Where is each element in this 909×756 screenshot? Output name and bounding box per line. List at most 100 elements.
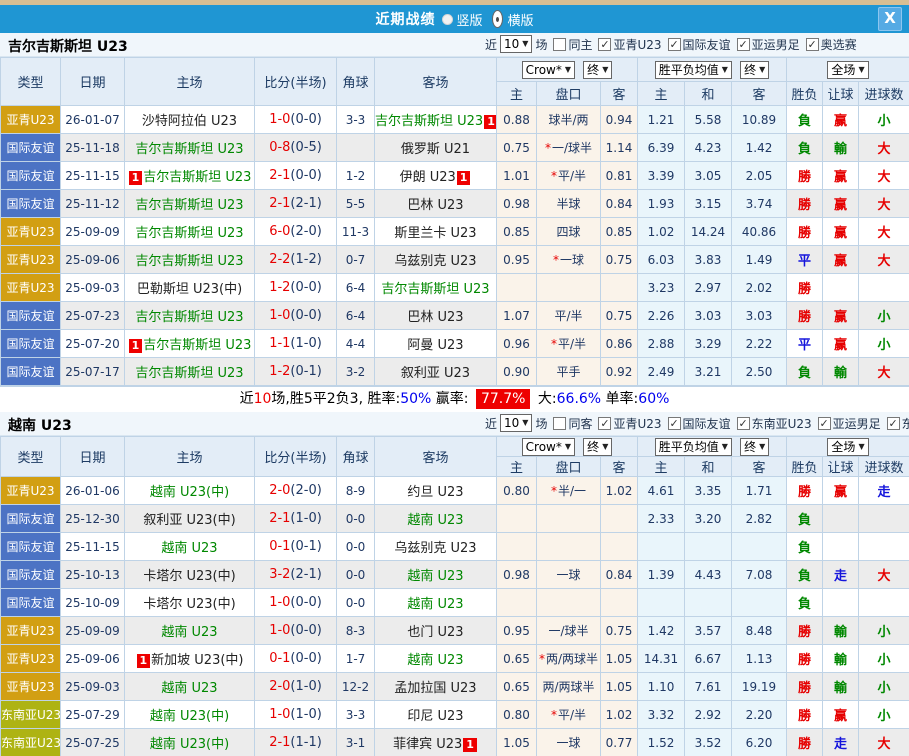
layout-option-horizontal[interactable]: 横版: [490, 10, 534, 29]
score-cell: 2-2(1-2): [255, 246, 337, 274]
final-odds-select[interactable]: 终▼: [583, 438, 612, 456]
handicap-text: 平/半: [554, 309, 582, 323]
final-mean-select[interactable]: 终▼: [740, 61, 769, 79]
result-text: 負: [798, 541, 811, 556]
handicap-text: 一/球半: [548, 624, 588, 638]
fulltime-score: 0-8: [269, 140, 290, 155]
home-team-cell: 越南 U23: [125, 673, 255, 701]
result-text: 大: [878, 366, 891, 381]
corner-cell: [337, 134, 375, 162]
full-match-select[interactable]: 全场▼: [827, 438, 868, 456]
match-count-select[interactable]: 10▼: [500, 35, 532, 53]
fulltime-score: 0-1: [269, 651, 290, 666]
filter-checkbox-same[interactable]: [553, 38, 566, 51]
result-group-header: 全场▼: [787, 437, 909, 457]
team-name: 吉尔吉斯斯坦 U23: [135, 310, 243, 325]
filter-checkbox-league3[interactable]: ✓: [806, 38, 819, 51]
layout-option-vertical[interactable]: 竖版: [442, 10, 482, 29]
mean-draw-cell: [685, 589, 732, 617]
filter-checkbox-league1[interactable]: ✓: [668, 38, 681, 51]
corner-cell: 4-4: [337, 330, 375, 358]
result-wdl-cell: 負: [787, 589, 823, 617]
team-name: 孟加拉国 U23: [394, 681, 476, 696]
mean-away-cell: 2.02: [732, 274, 787, 302]
sub-header-handicap-result: 让球: [823, 82, 859, 106]
radio-label: 竖版: [456, 10, 482, 29]
sub-header-odds-away: 客: [601, 82, 638, 106]
handicap-text: 一球: [556, 568, 580, 582]
result-text: 勝: [798, 198, 811, 213]
odds-away-cell: 0.75: [601, 246, 638, 274]
close-button[interactable]: X: [878, 7, 902, 31]
result-handicap-cell: 赢: [823, 701, 859, 729]
odds-home-cell: [497, 533, 537, 561]
result-text: 赢: [834, 709, 847, 724]
filter-label: 东南运: [902, 415, 909, 432]
team-name: 印尼 U23: [407, 709, 463, 724]
halftime-score: (2-1): [290, 196, 321, 211]
filter-checkbox-league2[interactable]: ✓: [737, 417, 750, 430]
odds-home-cell: [497, 589, 537, 617]
filter-checkbox-league0[interactable]: ✓: [598, 417, 611, 430]
filter-checkbox-league1[interactable]: ✓: [668, 417, 681, 430]
full-match-select[interactable]: 全场▼: [827, 61, 868, 79]
match-note-badge: 1: [137, 654, 151, 668]
home-team-cell: 叙利亚 U23(中): [125, 505, 255, 533]
result-handicap-cell: 走: [823, 561, 859, 589]
team-name: 吉尔吉斯斯坦 U23: [135, 198, 243, 213]
result-handicap-cell: 輸: [823, 645, 859, 673]
result-goals-cell: [859, 505, 909, 533]
halftime-score: (0-0): [290, 308, 321, 323]
team-name: 巴勒斯坦 U23(中): [137, 282, 242, 297]
match-date-cell: 25-07-20: [61, 330, 125, 358]
halftime-score: (0-5): [290, 140, 321, 155]
home-team-cell: 巴勒斯坦 U23(中): [125, 274, 255, 302]
wdl-mean-select[interactable]: 胜平负均值▼: [655, 61, 732, 79]
filter-checkbox-league3[interactable]: ✓: [818, 417, 831, 430]
filter-label: 国际友谊: [683, 415, 731, 432]
table-row: 国际友谊25-07-17吉尔吉斯斯坦 U231-2(0-1)3-2叙利亚 U23…: [1, 358, 909, 386]
away-team-cell: 吉尔吉斯斯坦 U23: [375, 274, 497, 302]
filter-checkbox-league0[interactable]: ✓: [598, 38, 611, 51]
home-team-cell: 吉尔吉斯斯坦 U23: [125, 246, 255, 274]
col-header-away: 客场: [375, 58, 497, 106]
match-type-cell: 国际友谊: [1, 358, 61, 386]
final-odds-select[interactable]: 终▼: [583, 61, 612, 79]
home-team-cell: 吉尔吉斯斯坦 U23: [125, 302, 255, 330]
col-header-type: 类型: [1, 58, 61, 106]
away-team-cell: 也门 U23: [375, 617, 497, 645]
summary-segment: 大:: [533, 391, 556, 407]
mean-draw-cell: 2.92: [685, 701, 732, 729]
result-text: 大: [878, 254, 891, 269]
odds-away-cell: 0.86: [601, 330, 638, 358]
away-team-cell: 印尼 U23: [375, 701, 497, 729]
result-wdl-cell: 勝: [787, 477, 823, 505]
odds-company-select[interactable]: Crow*▼: [522, 61, 575, 79]
mean-away-cell: 1.71: [732, 477, 787, 505]
fulltime-score: 2-1: [269, 196, 290, 211]
result-wdl-cell: 平: [787, 330, 823, 358]
mean-draw-cell: 3.21: [685, 358, 732, 386]
halftime-score: (0-0): [290, 595, 321, 610]
result-text: 勝: [798, 709, 811, 724]
fulltime-score: 1-2: [269, 280, 290, 295]
corner-cell: 12-2: [337, 673, 375, 701]
match-count-select[interactable]: 10▼: [500, 414, 532, 432]
mean-away-cell: 7.08: [732, 561, 787, 589]
filter-checkbox-league4[interactable]: ✓: [887, 417, 900, 430]
team-name: 吉尔吉斯斯坦 U23: [143, 170, 251, 185]
fulltime-score: 1-0: [269, 595, 290, 610]
halftime-score: (0-0): [290, 168, 321, 183]
select-value: 全场: [831, 439, 855, 455]
odds-company-select[interactable]: Crow*▼: [522, 438, 575, 456]
match-date-cell: 25-11-12: [61, 190, 125, 218]
filter-checkbox-same[interactable]: [553, 417, 566, 430]
filter-checkbox-league2[interactable]: ✓: [737, 38, 750, 51]
fulltime-score: 1-0: [269, 112, 290, 127]
final-mean-select[interactable]: 终▼: [740, 438, 769, 456]
corner-cell: 3-3: [337, 701, 375, 729]
odds-handicap-cell: [537, 589, 601, 617]
wdl-mean-select[interactable]: 胜平负均值▼: [655, 438, 732, 456]
handicap-text: 半/一: [558, 484, 586, 498]
result-handicap-cell: 走: [823, 729, 859, 756]
